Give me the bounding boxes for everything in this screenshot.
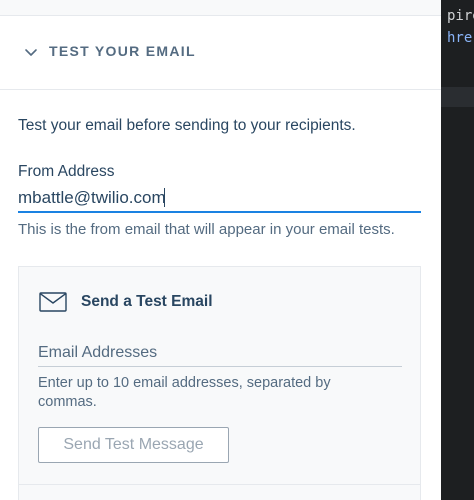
intro-text: Test your email before sending to your r… [18, 117, 356, 134]
section-header[interactable]: TEST YOUR EMAIL [0, 16, 441, 90]
chevron-down-icon[interactable] [24, 48, 38, 58]
send-test-message-button[interactable]: Send Test Message [38, 427, 229, 463]
code-line: pire [447, 8, 474, 24]
from-address-label: From Address [18, 163, 115, 180]
app-root: TEST YOUR EMAIL Test your email before s… [0, 0, 474, 500]
top-strip [0, 0, 441, 16]
envelope-icon [39, 292, 67, 312]
email-addresses-help: Enter up to 10 email addresses, separate… [38, 375, 331, 410]
section-title: TEST YOUR EMAIL [49, 43, 196, 59]
from-address-help: This is the from email that will appear … [18, 221, 395, 238]
from-address-input[interactable] [18, 185, 421, 213]
test-email-panel: TEST YOUR EMAIL Test your email before s… [0, 0, 441, 500]
code-line: hre [447, 30, 473, 46]
code-line-highlight [441, 87, 474, 107]
email-addresses-input[interactable] [38, 340, 402, 367]
code-editor-strip [441, 0, 474, 500]
card-title: Send a Test Email [81, 293, 213, 310]
card-divider [18, 484, 421, 485]
text-caret [164, 188, 165, 207]
